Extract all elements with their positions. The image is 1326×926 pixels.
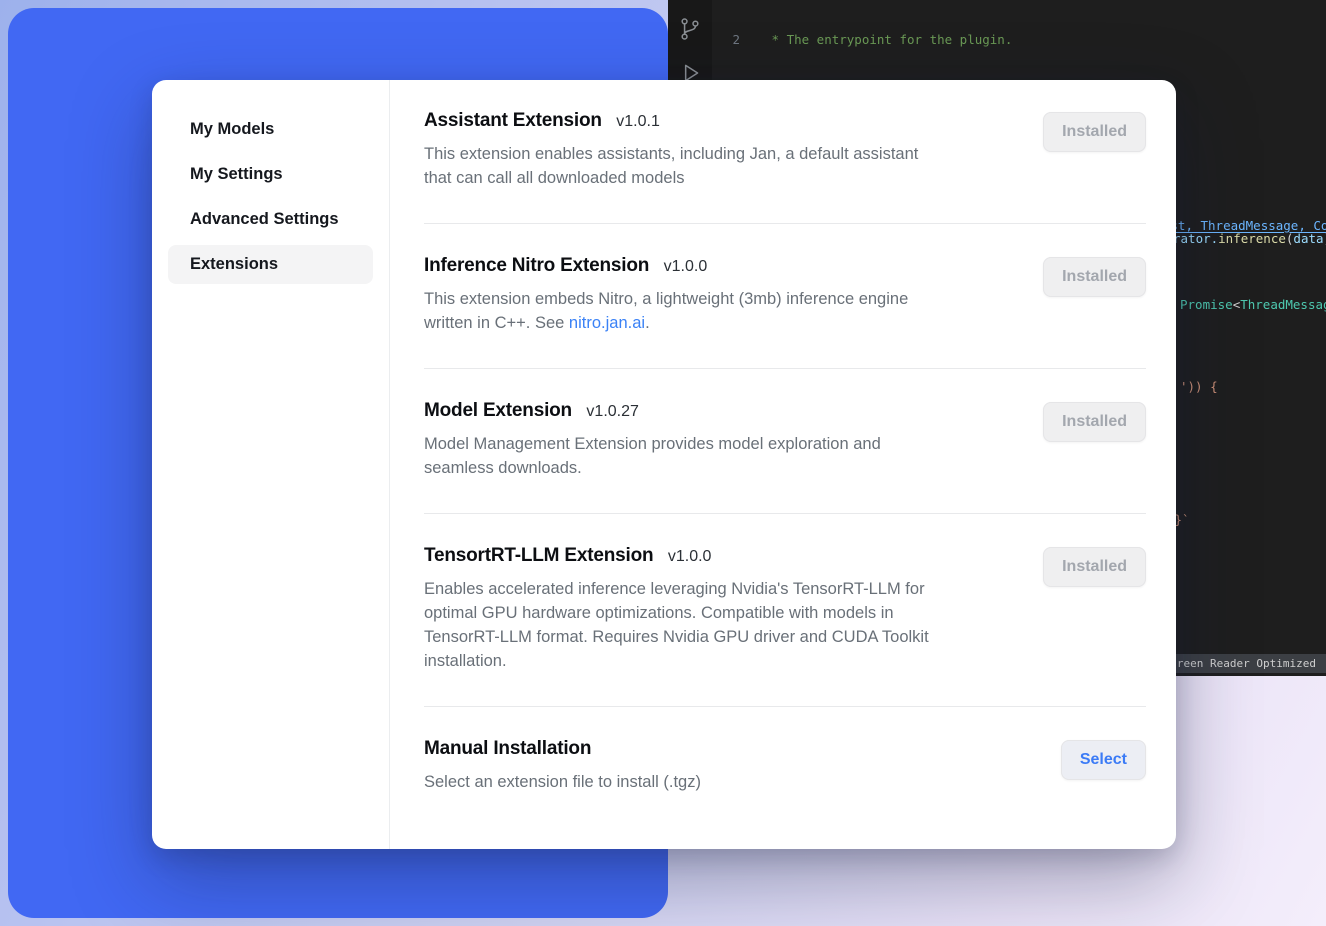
code-fragment: ')) { xyxy=(1180,379,1218,394)
extension-title: TensortRT-LLM Extension xyxy=(424,545,653,566)
sidebar-item-label: My Models xyxy=(190,120,274,138)
extension-version: v1.0.1 xyxy=(616,113,660,130)
screen-reader-status[interactable]: Screen Reader Optimized xyxy=(1155,654,1326,673)
sidebar-item-label: My Settings xyxy=(190,165,283,183)
extension-info: Manual Installation Select an extension … xyxy=(424,738,701,794)
extension-description: written in C++. See nitro.jan.ai. xyxy=(424,311,908,335)
code-fragment: Promise<ThreadMessage> xyxy=(1180,297,1326,312)
extension-description: Model Management Extension provides mode… xyxy=(424,432,881,456)
extension-version: v1.0.0 xyxy=(664,258,708,275)
sidebar-item-my-models[interactable]: My Models xyxy=(168,110,373,149)
extensions-panel: Assistant Extension v1.0.1 This extensio… xyxy=(390,80,1176,849)
extension-row-assistant: Assistant Extension v1.0.1 This extensio… xyxy=(424,80,1146,224)
extension-description: This extension enables assistants, inclu… xyxy=(424,142,918,166)
installed-button[interactable]: Installed xyxy=(1043,112,1146,152)
source-control-icon[interactable] xyxy=(677,16,703,42)
installed-button[interactable]: Installed xyxy=(1043,547,1146,587)
sidebar-item-label: Extensions xyxy=(190,255,278,273)
extension-info: Model Extension v1.0.27 Model Management… xyxy=(424,400,881,480)
manual-installation-title: Manual Installation xyxy=(424,738,591,759)
extension-description: that can call all downloaded models xyxy=(424,166,918,190)
extension-info: TensortRT-LLM Extension v1.0.0 Enables a… xyxy=(424,545,929,673)
manual-installation-description: Select an extension file to install (.tg… xyxy=(424,770,701,794)
extension-description: seamless downloads. xyxy=(424,456,881,480)
extension-title: Model Extension xyxy=(424,400,572,421)
extension-version: v1.0.0 xyxy=(668,548,712,565)
sidebar-item-my-settings[interactable]: My Settings xyxy=(168,155,373,194)
installed-button[interactable]: Installed xyxy=(1043,402,1146,442)
extension-row-tensorrt: TensortRT-LLM Extension v1.0.0 Enables a… xyxy=(424,514,1146,707)
extension-description: TensorRT-LLM format. Requires Nvidia GPU… xyxy=(424,625,929,649)
extension-title: Assistant Extension xyxy=(424,110,602,131)
settings-modal: My Models My Settings Advanced Settings … xyxy=(152,80,1176,849)
select-file-button[interactable]: Select xyxy=(1061,740,1146,780)
extension-description: optimal GPU hardware optimizations. Comp… xyxy=(424,601,929,625)
settings-sidebar: My Models My Settings Advanced Settings … xyxy=(152,80,390,849)
extension-description: installation. xyxy=(424,649,929,673)
extension-row-model: Model Extension v1.0.27 Model Management… xyxy=(424,369,1146,514)
extension-description: This extension embeds Nitro, a lightweig… xyxy=(424,287,908,311)
installed-button[interactable]: Installed xyxy=(1043,257,1146,297)
manual-installation-row: Manual Installation Select an extension … xyxy=(424,707,1146,814)
extension-title: Inference Nitro Extension xyxy=(424,255,649,276)
sidebar-item-extensions[interactable]: Extensions xyxy=(168,245,373,284)
nitro-jan-ai-link[interactable]: nitro.jan.ai xyxy=(569,314,645,332)
extension-row-nitro: Inference Nitro Extension v1.0.0 This ex… xyxy=(424,224,1146,369)
code-line: 2 * The entrypoint for the plugin. xyxy=(712,32,1326,49)
extension-info: Assistant Extension v1.0.1 This extensio… xyxy=(424,110,918,190)
line-number: 2 xyxy=(712,32,740,49)
extension-description: Enables accelerated inference leveraging… xyxy=(424,577,929,601)
sidebar-item-label: Advanced Settings xyxy=(190,210,339,228)
code-fragment: rator.inference(data)); xyxy=(1173,231,1326,246)
sidebar-item-advanced-settings[interactable]: Advanced Settings xyxy=(168,200,373,239)
extension-version: v1.0.27 xyxy=(586,403,638,420)
extension-info: Inference Nitro Extension v1.0.0 This ex… xyxy=(424,255,908,335)
